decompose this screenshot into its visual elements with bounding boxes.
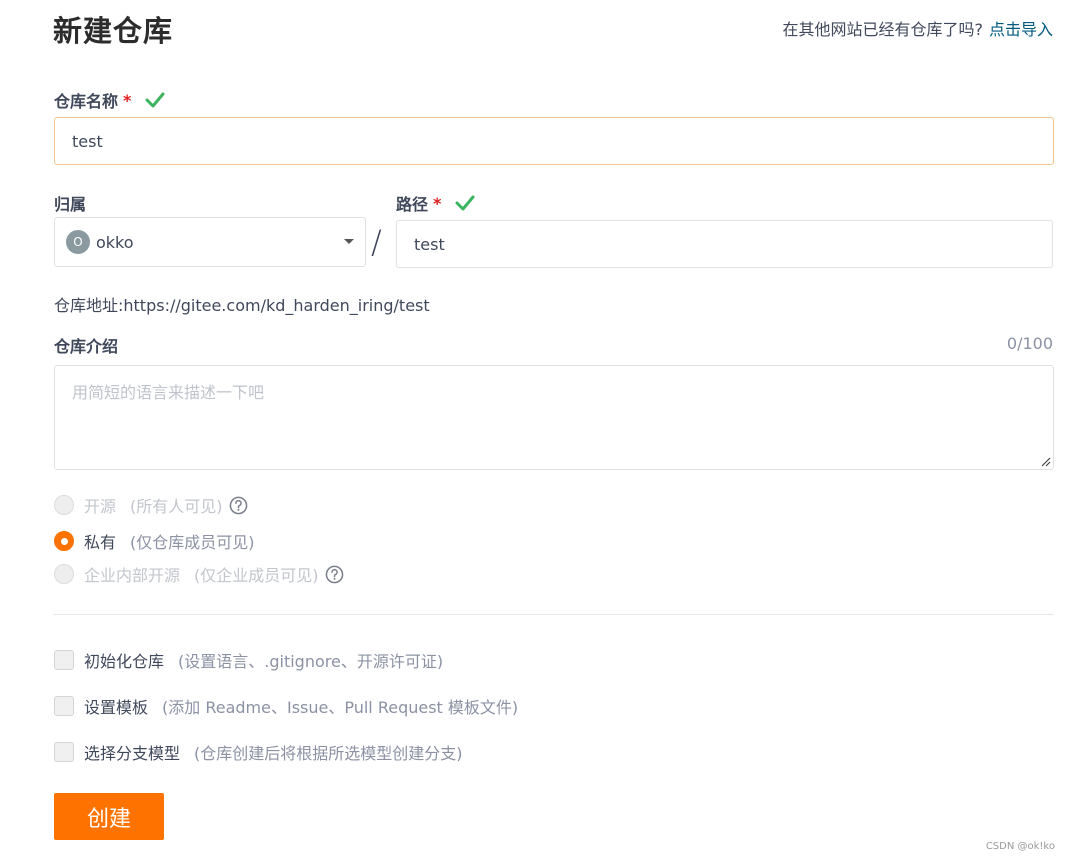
path-value: test xyxy=(414,234,445,254)
visibility-public-label: 开源 xyxy=(84,497,117,516)
option-init-repo-sub: (设置语言、.gitignore、开源许可证) xyxy=(178,652,444,671)
checkbox-templates[interactable] xyxy=(54,696,74,716)
watermark: CSDN @ok!ko xyxy=(985,841,1055,852)
option-templates-label: 设置模板 xyxy=(84,698,149,717)
option-branch-model-sub: (仓库创建后将根据所选模型创建分支) xyxy=(194,744,463,763)
option-templates[interactable]: 设置模板 (添加 Readme、Issue、Pull Request 模板文件) xyxy=(54,694,518,718)
visibility-public[interactable]: 开源 (所有人可见) xyxy=(54,493,248,517)
repo-name-label-text: 仓库名称 xyxy=(54,92,119,111)
caret-down-icon xyxy=(344,239,354,244)
owner-label: 归属 xyxy=(54,191,86,215)
radio-enterprise[interactable] xyxy=(54,564,74,584)
description-counter: 0/100 xyxy=(1006,334,1053,353)
radio-public[interactable] xyxy=(54,495,74,515)
visibility-private-label: 私有 xyxy=(84,533,117,552)
checkbox-branch-model[interactable] xyxy=(54,742,74,762)
repo-name-label: 仓库名称 * xyxy=(54,88,165,112)
divider xyxy=(54,614,1054,615)
path-separator: / xyxy=(371,223,382,261)
visibility-private-sub: (仅仓库成员可见) xyxy=(130,533,255,552)
new-repo-page: 新建仓库 在其他网站已经有仓库了吗? 点击导入 仓库名称 * test 归属 O … xyxy=(0,0,1071,860)
description-label: 仓库介绍 xyxy=(54,333,118,357)
option-templates-sub: (添加 Readme、Issue、Pull Request 模板文件) xyxy=(162,698,519,717)
avatar: O xyxy=(66,230,90,254)
path-input[interactable]: test xyxy=(396,220,1053,268)
option-branch-model[interactable]: 选择分支模型 (仓库创建后将根据所选模型创建分支) xyxy=(54,740,463,764)
help-icon[interactable] xyxy=(229,496,248,515)
option-branch-model-label: 选择分支模型 xyxy=(84,744,181,763)
visibility-enterprise-label: 企业内部开源 xyxy=(84,566,181,585)
visibility-enterprise-sub: (仅企业成员可见) xyxy=(194,566,319,585)
create-button[interactable]: 创建 xyxy=(54,793,164,840)
page-title: 新建仓库 xyxy=(53,14,174,48)
visibility-enterprise[interactable]: 企业内部开源 (仅企业成员可见) xyxy=(54,562,344,586)
description-textarea[interactable]: 用简短的语言来描述一下吧 xyxy=(54,365,1054,470)
import-link[interactable]: 点击导入 xyxy=(989,20,1053,39)
visibility-public-sub: (所有人可见) xyxy=(130,497,223,516)
repo-url: 仓库地址:https://gitee.com/kd_harden_iring/t… xyxy=(54,296,430,315)
required-mark: * xyxy=(433,193,442,213)
help-icon[interactable] xyxy=(325,565,344,584)
description-label-text: 仓库介绍 xyxy=(54,337,119,356)
checkbox-init-repo[interactable] xyxy=(54,650,74,670)
owner-value: okko xyxy=(96,232,134,252)
required-mark: * xyxy=(123,90,132,110)
path-label: 路径 * xyxy=(396,191,475,215)
radio-private[interactable] xyxy=(54,531,74,551)
valid-check-icon xyxy=(145,92,165,108)
visibility-private[interactable]: 私有 (仅仓库成员可见) xyxy=(54,529,255,553)
owner-label-text: 归属 xyxy=(54,195,87,214)
repo-name-input[interactable]: test xyxy=(54,117,1054,165)
resize-handle-icon[interactable] xyxy=(1041,457,1051,467)
import-question: 在其他网站已经有仓库了吗? xyxy=(782,20,983,39)
import-hint: 在其他网站已经有仓库了吗? 点击导入 xyxy=(782,16,1053,40)
owner-select[interactable]: O okko xyxy=(54,217,366,267)
repo-name-value: test xyxy=(72,131,103,151)
description-placeholder: 用简短的语言来描述一下吧 xyxy=(72,383,265,402)
option-init-repo[interactable]: 初始化仓库 (设置语言、.gitignore、开源许可证) xyxy=(54,648,443,672)
path-label-text: 路径 xyxy=(396,195,429,214)
valid-check-icon xyxy=(455,195,475,211)
option-init-repo-label: 初始化仓库 xyxy=(84,652,165,671)
